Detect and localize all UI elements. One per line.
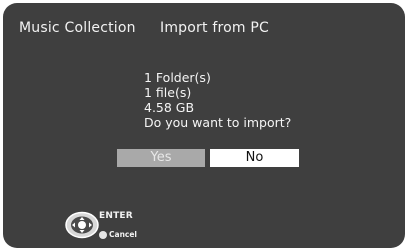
dpad-enter-icon <box>65 211 99 239</box>
no-button[interactable]: No <box>210 149 299 167</box>
cancel-button-icon <box>99 231 107 239</box>
import-dialog-screen: Music Collection Import from PC 1 Folder… <box>3 3 405 248</box>
import-summary: 1 Folder(s) 1 file(s) 4.58 GB Do you wan… <box>144 70 291 130</box>
enter-hint-label: ENTER <box>99 211 133 221</box>
total-size: 4.58 GB <box>144 100 195 115</box>
folder-count: 1 Folder(s) <box>144 70 211 85</box>
app-title: Music Collection <box>19 20 136 36</box>
yes-button[interactable]: Yes <box>117 149 205 167</box>
cancel-hint-label: Cancel <box>109 230 138 239</box>
screen-subtitle: Import from PC <box>160 20 269 36</box>
confirm-question: Do you want to import? <box>144 115 292 130</box>
file-count: 1 file(s) <box>144 85 192 100</box>
